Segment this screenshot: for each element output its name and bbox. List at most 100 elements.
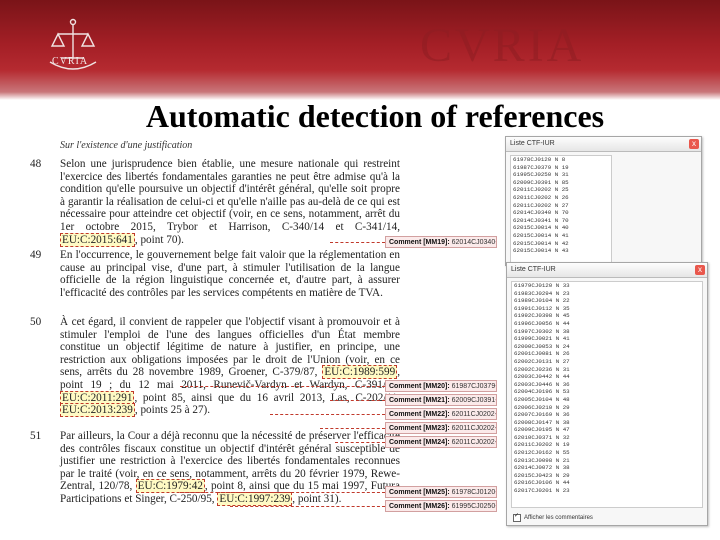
- paragraph-text: Selon une jurisprudence bien établie, un…: [60, 158, 400, 247]
- comment-label: Comment [MM21]:: [389, 397, 450, 404]
- list-item[interactable]: 61996CJ0056 N 44: [512, 320, 702, 328]
- comment-balloon[interactable]: Comment [MM19]: 62014CJ0340-70: [385, 236, 497, 248]
- header-banner: CVRIA CVRIA: [0, 0, 720, 100]
- list-item[interactable]: 62003CJ0442 N 44: [512, 373, 702, 381]
- list-item[interactable]: 62010CJ0371 N 32: [512, 434, 702, 442]
- ecli-reference[interactable]: EU:C:1997:239: [217, 491, 293, 506]
- list-item[interactable]: 62012CJ0162 N 55: [512, 449, 702, 457]
- list-item[interactable]: 62015CJ0014 N 41: [511, 232, 611, 240]
- list-item[interactable]: 62011CJ0202 N 19: [512, 441, 702, 449]
- list-item[interactable]: 62002CJ0236 N 31: [512, 366, 702, 374]
- list-item[interactable]: 61995CJ0250 N 31: [511, 171, 611, 179]
- list-item[interactable]: 61983CJ0294 N 23: [512, 290, 702, 298]
- list-item[interactable]: 62011CJ0202 N 27: [511, 202, 611, 210]
- reference-list[interactable]: 61978CJ0120 N 8 61987CJ0379 N 19 61995CJ02…: [510, 155, 612, 263]
- list-item[interactable]: 61989CJ0104 N 22: [512, 297, 702, 305]
- comment-reference: 61978CJ0120-8: [451, 489, 497, 496]
- list-item[interactable]: 62004CJ0196 N 53: [512, 388, 702, 396]
- comment-reference: 62011CJ0202-25: [451, 411, 497, 418]
- window-title-bar[interactable]: Liste CTF-IUR x: [507, 263, 707, 278]
- reference-list-window[interactable]: Liste CTF-IUR x 61978CJ0120 N 8 61987CJ03…: [505, 136, 702, 266]
- ecli-reference[interactable]: EU:C:2013:239: [60, 403, 135, 418]
- comment-leader-line: [330, 242, 385, 243]
- list-item[interactable]: 62015CJ0014 N 43: [511, 247, 611, 255]
- list-item[interactable]: 62003CJ0446 N 36: [512, 381, 702, 389]
- slide-title: Automatic detection of references: [145, 98, 605, 134]
- comment-leader-line: [335, 442, 385, 443]
- text-segment: Selon une jurisprudence bien établie, un…: [60, 158, 400, 233]
- comment-reference: 62014CJ0340-70: [451, 239, 497, 246]
- text-segment: , point 31).: [292, 492, 342, 505]
- list-item[interactable]: 62008CJ0147 N 38: [512, 419, 702, 427]
- list-item[interactable]: 62014CJ0341 N 70: [511, 217, 611, 225]
- comment-balloon[interactable]: Comment [MM23]: 62011CJ0202-26: [385, 422, 497, 434]
- section-heading: Sur l'existence d'une justification: [60, 140, 193, 151]
- text-segment: En l'occurrence, le gouvernement belge f…: [60, 249, 400, 299]
- ecli-reference[interactable]: EU:C:1989:599: [322, 365, 398, 380]
- comment-leader-line: [320, 428, 385, 429]
- list-item[interactable]: 62011CJ0202 N 25: [511, 186, 611, 194]
- list-item[interactable]: 61997CJ0302 N 38: [512, 328, 702, 336]
- list-item[interactable]: 62014CJ0072 N 38: [512, 464, 702, 472]
- list-item[interactable]: 62001CJ0081 N 26: [512, 350, 702, 358]
- comment-label: Comment [MM23]:: [389, 425, 450, 432]
- paragraph-number: 51: [30, 430, 42, 442]
- paragraph-text: En l'occurrence, le gouvernement belge f…: [60, 249, 400, 299]
- list-item[interactable]: 62013CJ0098 N 21: [512, 457, 702, 465]
- comment-balloon[interactable]: Comment [MM24]: 62011CJ0202-27: [385, 436, 497, 448]
- ecli-reference[interactable]: EU:C:2015:641: [60, 232, 135, 247]
- show-comments-toggle[interactable]: Afficher les commentaires: [513, 512, 593, 522]
- list-item[interactable]: 61987CJ0379 N 19: [511, 164, 611, 172]
- list-item[interactable]: 62017CJ0201 N 23: [512, 487, 702, 495]
- list-item[interactable]: 62015CJ0014 N 40: [511, 224, 611, 232]
- paragraph-number: 48: [30, 158, 42, 170]
- reference-list[interactable]: 61979CJ0120 N 33 61983CJ0294 N 23 61989CJ0…: [511, 281, 703, 508]
- list-item[interactable]: 62009CJ0195 N 47: [512, 426, 702, 434]
- window-title-bar[interactable]: Liste CTF-IUR x: [506, 137, 701, 152]
- list-item[interactable]: 62015CJ0423 N 29: [512, 472, 702, 480]
- list-item[interactable]: 62005CJ0104 N 48: [512, 396, 702, 404]
- watermark: CVRIA: [420, 19, 585, 72]
- list-item[interactable]: 62009CJ0391 N 85: [511, 179, 611, 187]
- list-item[interactable]: 62006CJ0210 N 29: [512, 404, 702, 412]
- list-item[interactable]: 61992CJ0398 N 45: [512, 312, 702, 320]
- list-item[interactable]: 61979CJ0120 N 33: [512, 282, 702, 290]
- list-item[interactable]: 62011CJ0202 N 26: [511, 194, 611, 202]
- comment-reference: 62009CJ0391-85: [451, 397, 497, 404]
- checkbox[interactable]: [513, 512, 521, 522]
- close-icon[interactable]: x: [695, 265, 705, 275]
- list-item[interactable]: 61978CJ0120 N 8: [511, 156, 611, 164]
- list-item[interactable]: 62015CJ0014 N 42: [511, 240, 611, 248]
- comment-balloon[interactable]: Comment [MM21]: 62009CJ0391-85: [385, 394, 497, 406]
- comment-balloon[interactable]: Comment [MM26]: 61995CJ0250-31: [385, 500, 497, 512]
- comment-label: Comment [MM19]:: [389, 239, 450, 246]
- list-item[interactable]: 62007CJ0169 N 36: [512, 411, 702, 419]
- comment-reference: 61995CJ0250-31: [451, 503, 497, 510]
- document-excerpt: Sur l'existence d'une justification 48 Se…: [30, 136, 505, 520]
- text-segment: , points 25 à 27).: [134, 404, 211, 417]
- comment-reference: 62011CJ0202-26: [451, 425, 497, 432]
- comment-leader-line: [330, 400, 385, 401]
- comment-label: Comment [MM24]:: [389, 439, 450, 446]
- comment-balloon[interactable]: Comment [MM20]: 61987CJ0379-19: [385, 380, 497, 392]
- list-item[interactable]: 61991CJ0112 N 35: [512, 305, 702, 313]
- comment-label: Comment [MM20]:: [389, 383, 450, 390]
- list-item[interactable]: 61999CJ0021 N 41: [512, 335, 702, 343]
- comment-leader-line: [180, 386, 385, 387]
- comment-balloon[interactable]: Comment [MM22]: 62011CJ0202-25: [385, 408, 497, 420]
- comment-reference: 61987CJ0379-19: [451, 383, 497, 390]
- list-item[interactable]: 62000CJ0053 N 24: [512, 343, 702, 351]
- list-item[interactable]: 62014CJ0340 N 70: [511, 209, 611, 217]
- comment-reference: 62011CJ0202-27: [451, 439, 497, 446]
- comment-balloon[interactable]: Comment [MM25]: 61978CJ0120-8: [385, 486, 497, 498]
- close-icon[interactable]: x: [689, 139, 699, 149]
- comment-leader-line: [230, 506, 385, 507]
- text-segment: , point 85, ainsi que du 16 avril 2013, …: [134, 391, 400, 404]
- paragraph-number: 50: [30, 316, 42, 328]
- list-item[interactable]: 62016CJ0106 N 44: [512, 479, 702, 487]
- comment-label: Comment [MM25]:: [389, 489, 450, 496]
- list-item[interactable]: 62002CJ0131 N 27: [512, 358, 702, 366]
- comment-label: Comment [MM26]:: [389, 503, 450, 510]
- reference-list-window-2[interactable]: Liste CTF-IUR x 61979CJ0120 N 33 61983CJ0…: [506, 262, 708, 526]
- court-emblem-icon: [49, 18, 97, 70]
